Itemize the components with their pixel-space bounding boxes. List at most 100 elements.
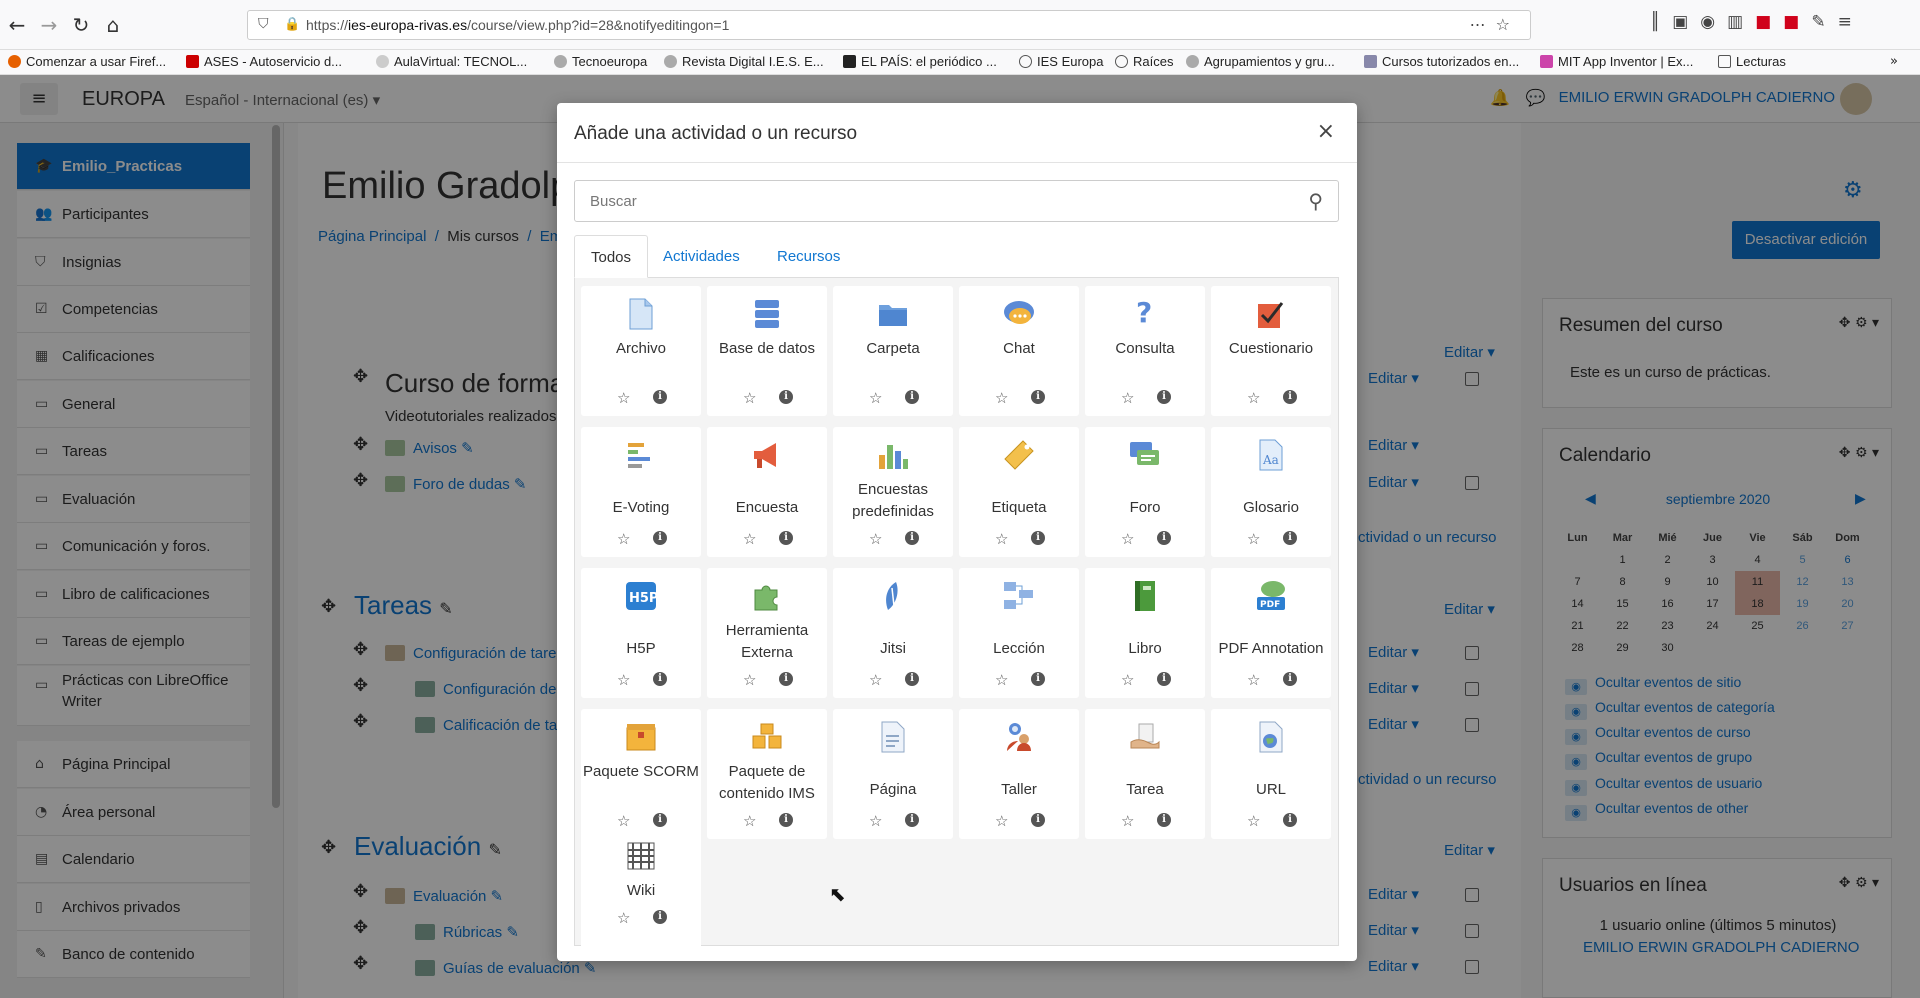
- star-icon[interactable]: ☆: [1121, 530, 1134, 548]
- info-icon[interactable]: i: [1283, 531, 1297, 545]
- star-icon[interactable]: ☆: [1247, 389, 1260, 407]
- activity-tile-glosario[interactable]: Aa Glosario ☆ i: [1211, 427, 1331, 557]
- activity-tile-encuestas-predefinidas[interactable]: Encuestas predefinidas ☆ i: [833, 427, 953, 557]
- info-icon[interactable]: i: [653, 910, 667, 924]
- activity-tile-base-de-datos[interactable]: Base de datos ☆ i: [707, 286, 827, 416]
- close-icon[interactable]: ×: [1317, 119, 1335, 144]
- star-icon[interactable]: ☆: [743, 530, 756, 548]
- star-icon[interactable]: ☆: [1247, 671, 1260, 689]
- activity-tile-pagina[interactable]: Página ☆ i: [833, 709, 953, 839]
- bookmark-item[interactable]: Agrupamientos y gru...: [1186, 54, 1335, 69]
- star-icon[interactable]: ☆: [1121, 389, 1134, 407]
- info-icon[interactable]: i: [1157, 813, 1171, 827]
- address-bar[interactable]: ⛉ 🔒 https://ies-europa-rivas.es/course/v…: [247, 10, 1531, 40]
- star-icon[interactable]: ☆: [1121, 812, 1134, 830]
- info-icon[interactable]: i: [1283, 813, 1297, 827]
- activity-tile-url[interactable]: URL ☆ i: [1211, 709, 1331, 839]
- bookmark-item[interactable]: IES Europa: [1019, 54, 1104, 69]
- bookmark-item[interactable]: Comenzar a usar Firef...: [8, 54, 166, 69]
- info-icon[interactable]: i: [779, 813, 793, 827]
- activity-tile-foro[interactable]: Foro ☆ i: [1085, 427, 1205, 557]
- star-icon[interactable]: ☆: [869, 389, 882, 407]
- star-icon[interactable]: ☆: [743, 812, 756, 830]
- star-icon[interactable]: ☆: [617, 909, 630, 927]
- info-icon[interactable]: i: [1031, 813, 1045, 827]
- info-icon[interactable]: i: [779, 531, 793, 545]
- star-icon[interactable]: ☆: [743, 389, 756, 407]
- search-icon[interactable]: ⚲: [1308, 189, 1323, 213]
- activity-tile-consulta[interactable]: ? Consulta ☆ i: [1085, 286, 1205, 416]
- activity-tile-taller[interactable]: Taller ☆ i: [959, 709, 1079, 839]
- bookmark-item[interactable]: Raíces: [1115, 54, 1173, 69]
- info-icon[interactable]: i: [1031, 531, 1045, 545]
- bookmark-item[interactable]: Lecturas: [1718, 54, 1786, 69]
- activity-tile-etiqueta[interactable]: Etiqueta ☆ i: [959, 427, 1079, 557]
- activity-tile-paquete-ims[interactable]: Paquete de contenido IMS ☆ i: [707, 709, 827, 839]
- star-icon[interactable]: ☆: [869, 530, 882, 548]
- info-icon[interactable]: i: [1283, 390, 1297, 404]
- activity-tile-herramienta-externa[interactable]: Herramienta Externa ☆ i: [707, 568, 827, 698]
- star-icon[interactable]: ☆: [995, 671, 1008, 689]
- info-icon[interactable]: i: [1031, 672, 1045, 686]
- info-icon[interactable]: i: [1283, 672, 1297, 686]
- activity-tile-carpeta[interactable]: Carpeta ☆ i: [833, 286, 953, 416]
- tab-todos[interactable]: Todos: [574, 235, 649, 278]
- star-icon[interactable]: ☆: [995, 389, 1008, 407]
- back-icon[interactable]: ←: [4, 10, 30, 40]
- bookmark-item[interactable]: MIT App Inventor | Ex...: [1540, 54, 1693, 69]
- page-actions-icons[interactable]: ⋯☆: [1470, 15, 1520, 34]
- activity-tile-pdf-annotation[interactable]: PDF PDF Annotation ☆ i: [1211, 568, 1331, 698]
- star-icon[interactable]: ☆: [995, 812, 1008, 830]
- star-icon[interactable]: ☆: [743, 671, 756, 689]
- star-icon[interactable]: ☆: [869, 671, 882, 689]
- info-icon[interactable]: i: [1157, 672, 1171, 686]
- info-icon[interactable]: i: [1031, 390, 1045, 404]
- activity-tile-libro[interactable]: Libro ☆ i: [1085, 568, 1205, 698]
- info-icon[interactable]: i: [905, 813, 919, 827]
- activity-tile-paquete-scorm[interactable]: Paquete SCORM ☆ i: [581, 709, 701, 839]
- activity-tile-archivo[interactable]: Archivo ☆ i: [581, 286, 701, 416]
- activity-tile-wiki[interactable]: Wiki ☆ i: [581, 828, 701, 958]
- forward-icon[interactable]: →: [36, 10, 62, 40]
- bookmark-item[interactable]: Cursos tutorizados en...: [1364, 54, 1519, 69]
- info-icon[interactable]: i: [905, 672, 919, 686]
- activity-tile-cuestionario[interactable]: Cuestionario ☆ i: [1211, 286, 1331, 416]
- info-icon[interactable]: i: [1157, 531, 1171, 545]
- star-icon[interactable]: ☆: [1247, 530, 1260, 548]
- star-icon[interactable]: ☆: [617, 389, 630, 407]
- activity-tile-tarea[interactable]: Tarea ☆ i: [1085, 709, 1205, 839]
- info-icon[interactable]: i: [653, 672, 667, 686]
- reload-icon[interactable]: ↻: [68, 10, 94, 40]
- star-icon[interactable]: ☆: [1247, 812, 1260, 830]
- tab-recursos[interactable]: Recursos: [761, 235, 856, 278]
- bookmark-item[interactable]: EL PAÍS: el periódico ...: [843, 54, 997, 69]
- star-icon[interactable]: ☆: [995, 530, 1008, 548]
- info-icon[interactable]: i: [905, 390, 919, 404]
- toolbar-extension-icons[interactable]: ║▣◉▥■■✎≡: [1650, 12, 1864, 32]
- bookmark-item[interactable]: Revista Digital I.E.S. E...: [664, 54, 824, 69]
- info-icon[interactable]: i: [779, 672, 793, 686]
- home-icon[interactable]: ⌂: [100, 10, 126, 40]
- info-icon[interactable]: i: [779, 390, 793, 404]
- star-icon[interactable]: ☆: [617, 530, 630, 548]
- bookmark-item[interactable]: ASES - Autoservicio d...: [186, 54, 342, 69]
- more-bookmarks-icon[interactable]: »: [1890, 54, 1898, 69]
- bookmark-item[interactable]: AulaVirtual: TECNOL...: [376, 54, 527, 69]
- star-icon[interactable]: ☆: [617, 671, 630, 689]
- activity-tile-jitsi[interactable]: Jitsi ☆ i: [833, 568, 953, 698]
- info-icon[interactable]: i: [905, 531, 919, 545]
- activity-tile-h5p[interactable]: H5P H5P ☆ i: [581, 568, 701, 698]
- activity-tile-chat[interactable]: Chat ☆ i: [959, 286, 1079, 416]
- search-input[interactable]: [575, 181, 1275, 221]
- info-icon[interactable]: i: [653, 531, 667, 545]
- info-icon[interactable]: i: [1157, 390, 1171, 404]
- info-icon[interactable]: i: [653, 390, 667, 404]
- info-icon[interactable]: i: [653, 813, 667, 827]
- star-icon[interactable]: ☆: [869, 812, 882, 830]
- activity-tile-e-voting[interactable]: E-Voting ☆ i: [581, 427, 701, 557]
- tab-actividades[interactable]: Actividades: [647, 235, 756, 278]
- activity-tile-leccion[interactable]: Lección ☆ i: [959, 568, 1079, 698]
- star-icon[interactable]: ☆: [1121, 671, 1134, 689]
- activity-tile-encuesta[interactable]: Encuesta ☆ i: [707, 427, 827, 557]
- bookmark-item[interactable]: Tecnoeuropa: [554, 54, 647, 69]
